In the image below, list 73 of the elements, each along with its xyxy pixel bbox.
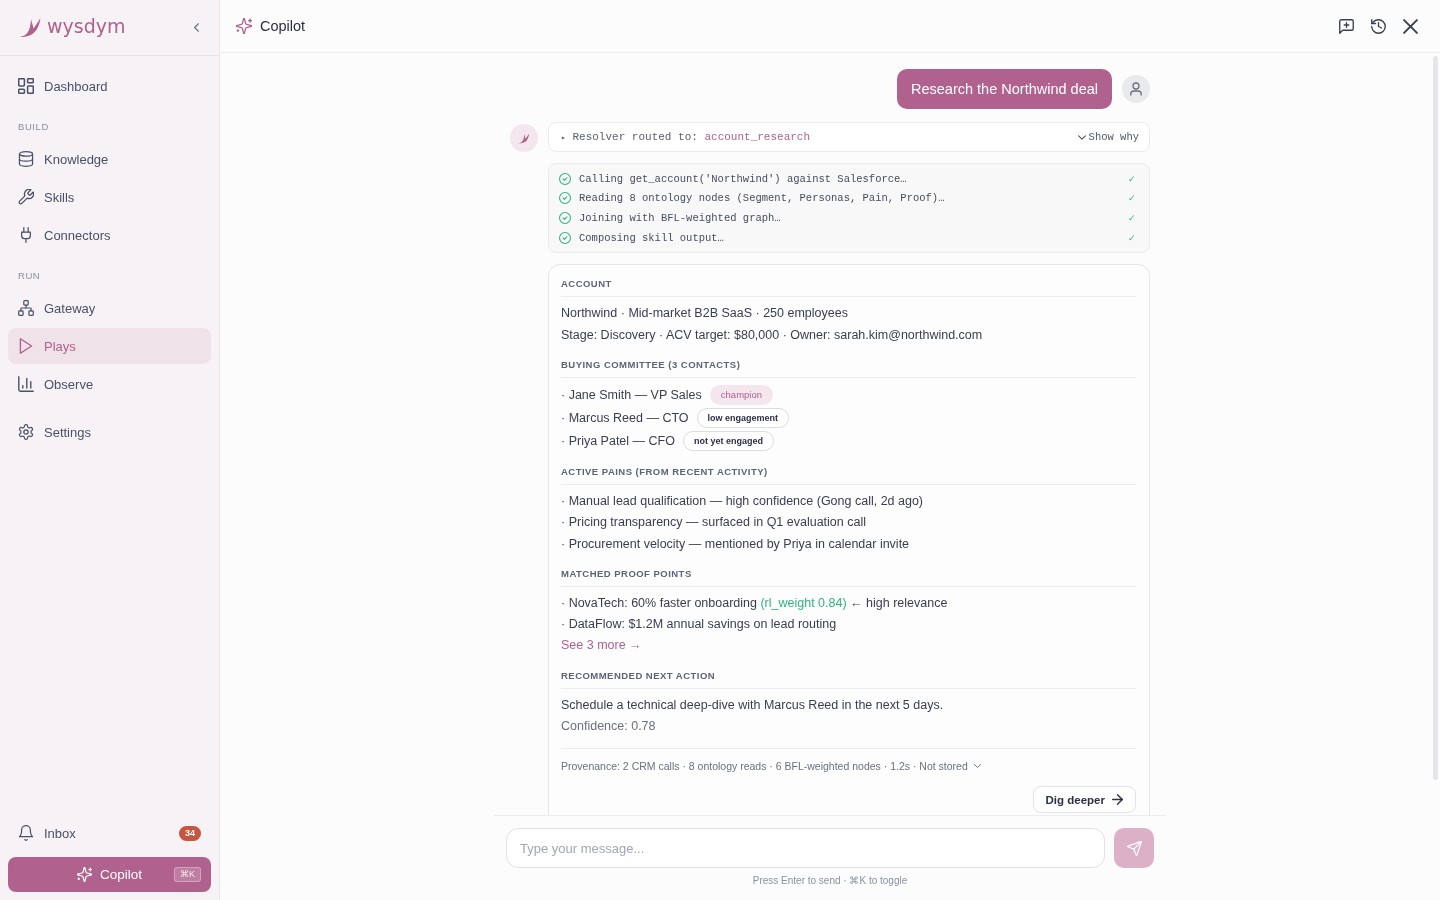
nav-item[interactable]: Skills bbox=[8, 179, 211, 215]
contact-name: · Marcus Reed — CTO bbox=[561, 411, 689, 426]
confidence-score: Confidence: 0.78 bbox=[561, 718, 657, 736]
section-heading: RECOMMENDED NEXT ACTION bbox=[561, 669, 716, 682]
dig-deeper-button[interactable]: Dig deeper bbox=[1032, 786, 1136, 814]
settings-icon bbox=[18, 424, 34, 440]
nav-item[interactable]: Plays bbox=[8, 328, 211, 364]
new-chat-icon[interactable] bbox=[1338, 18, 1354, 34]
close-icon[interactable] bbox=[1402, 18, 1418, 34]
unread-count: 34 bbox=[179, 825, 201, 841]
play-icon bbox=[18, 338, 34, 354]
nav-item[interactable]: Connectors bbox=[8, 217, 211, 253]
database-icon bbox=[18, 151, 34, 167]
bird-logo-icon bbox=[18, 17, 43, 38]
step-text: Joining with BFL-weighted graph… bbox=[579, 212, 782, 224]
shortcut-key: ⌘K bbox=[174, 867, 201, 882]
nav-item[interactable]: Dashboard bbox=[8, 68, 211, 104]
step-text: Reading 8 ontology nodes (Segment, Personas, Pain, Proof)… bbox=[579, 192, 946, 205]
resolver-text: ▸ Resolver routed to: account_research bbox=[561, 131, 811, 143]
section-heading: MATCHED PROOF POINTS bbox=[561, 567, 692, 580]
panel-title: Copilot bbox=[260, 18, 306, 34]
proof-point: · NovaTech: 60% faster onboarding (rl_weight 0.84) ← high relevance bbox=[561, 594, 949, 612]
inbox-item[interactable]: Inbox 34 bbox=[8, 815, 211, 851]
nav-item[interactable]: Settings bbox=[8, 414, 211, 450]
nav-item[interactable]: Knowledge bbox=[8, 141, 211, 177]
plug-icon bbox=[18, 227, 34, 243]
status-tick: ✓ bbox=[1128, 213, 1136, 223]
see-more-link[interactable]: See 3 more → bbox=[561, 638, 642, 653]
chevron-down-icon bbox=[1077, 134, 1086, 140]
wrench-icon bbox=[18, 189, 34, 205]
nav-item[interactable]: Gateway bbox=[8, 290, 211, 326]
section-heading: BUYING COMMITTEE (3 CONTACTS) bbox=[561, 358, 741, 371]
status-tick: ✓ bbox=[1128, 232, 1136, 243]
chevron-down-icon[interactable] bbox=[973, 764, 981, 769]
next-action: Schedule a technical deep-dive with Marcus Reed in the next 5 days. bbox=[561, 696, 945, 714]
sparkle-icon bbox=[77, 867, 92, 882]
provenance-text: Provenance: 2 CRM calls · 8 ontology reads · 6 BFL-weighted nodes · 1.2s · Not stored bbox=[561, 759, 968, 774]
section-heading: ACCOUNT bbox=[561, 278, 612, 291]
detail-line: Northwind · Mid-market B2B SaaS · 250 employees bbox=[561, 305, 849, 323]
step-text: Composing skill output… bbox=[579, 231, 725, 244]
section-heading: ACTIVE PAINS (FROM RECENT ACTIVITY) bbox=[561, 465, 768, 478]
bar-chart-icon bbox=[18, 376, 34, 392]
status-tick: ✓ bbox=[1128, 193, 1136, 204]
nav-item[interactable]: Observe bbox=[8, 366, 211, 402]
status-tag: low engagement bbox=[696, 408, 790, 429]
chevron-left-icon[interactable] bbox=[194, 23, 199, 32]
sparkle-icon bbox=[236, 18, 252, 34]
dashboard-icon bbox=[18, 78, 34, 94]
contact-name: · Priya Patel — CFO bbox=[561, 434, 675, 449]
show-why-toggle[interactable]: Show why bbox=[1077, 131, 1139, 143]
section-label: BUILD bbox=[17, 120, 50, 133]
user-message: Research the Northwind deal bbox=[897, 69, 1112, 109]
detail-line: · Manual lead qualification — high confidence (Gong call, 2d ago) bbox=[561, 492, 925, 510]
send-icon bbox=[1126, 840, 1142, 856]
contact-name: · Jane Smith — VP Sales bbox=[561, 388, 702, 403]
logo-wordmark: wysdym bbox=[47, 14, 126, 38]
proof-point: · DataFlow: $1.2M annual savings on lead routing bbox=[561, 616, 838, 634]
composer-hint: Press Enter to send · ⌘K to toggle bbox=[751, 874, 909, 888]
network-icon bbox=[18, 300, 34, 316]
bell-icon bbox=[18, 825, 34, 841]
section-label: RUN bbox=[17, 269, 42, 282]
detail-line: · Pricing transparency — surfaced in Q1 evaluation call bbox=[561, 514, 867, 532]
assistant-avatar-icon bbox=[510, 124, 538, 152]
user-avatar-icon bbox=[1122, 75, 1150, 103]
step-text: Calling get_account('Northwind') against Salesforce… bbox=[579, 172, 908, 185]
status-tag: not yet engaged bbox=[682, 431, 774, 452]
detail-line: · Procurement velocity — mentioned by Priya in calendar invite bbox=[561, 535, 911, 553]
message-input[interactable]: Type your message... bbox=[506, 828, 1105, 868]
copilot-button[interactable]: Copilot ⌘K bbox=[8, 857, 211, 892]
detail-line: Stage: Discovery · ACV target: $80,000 · Owner: sarah.kim@northwind.com bbox=[561, 326, 984, 344]
status-tag: champion bbox=[709, 385, 773, 406]
status-tick: ✓ bbox=[1128, 173, 1136, 184]
history-icon[interactable] bbox=[1370, 18, 1386, 34]
